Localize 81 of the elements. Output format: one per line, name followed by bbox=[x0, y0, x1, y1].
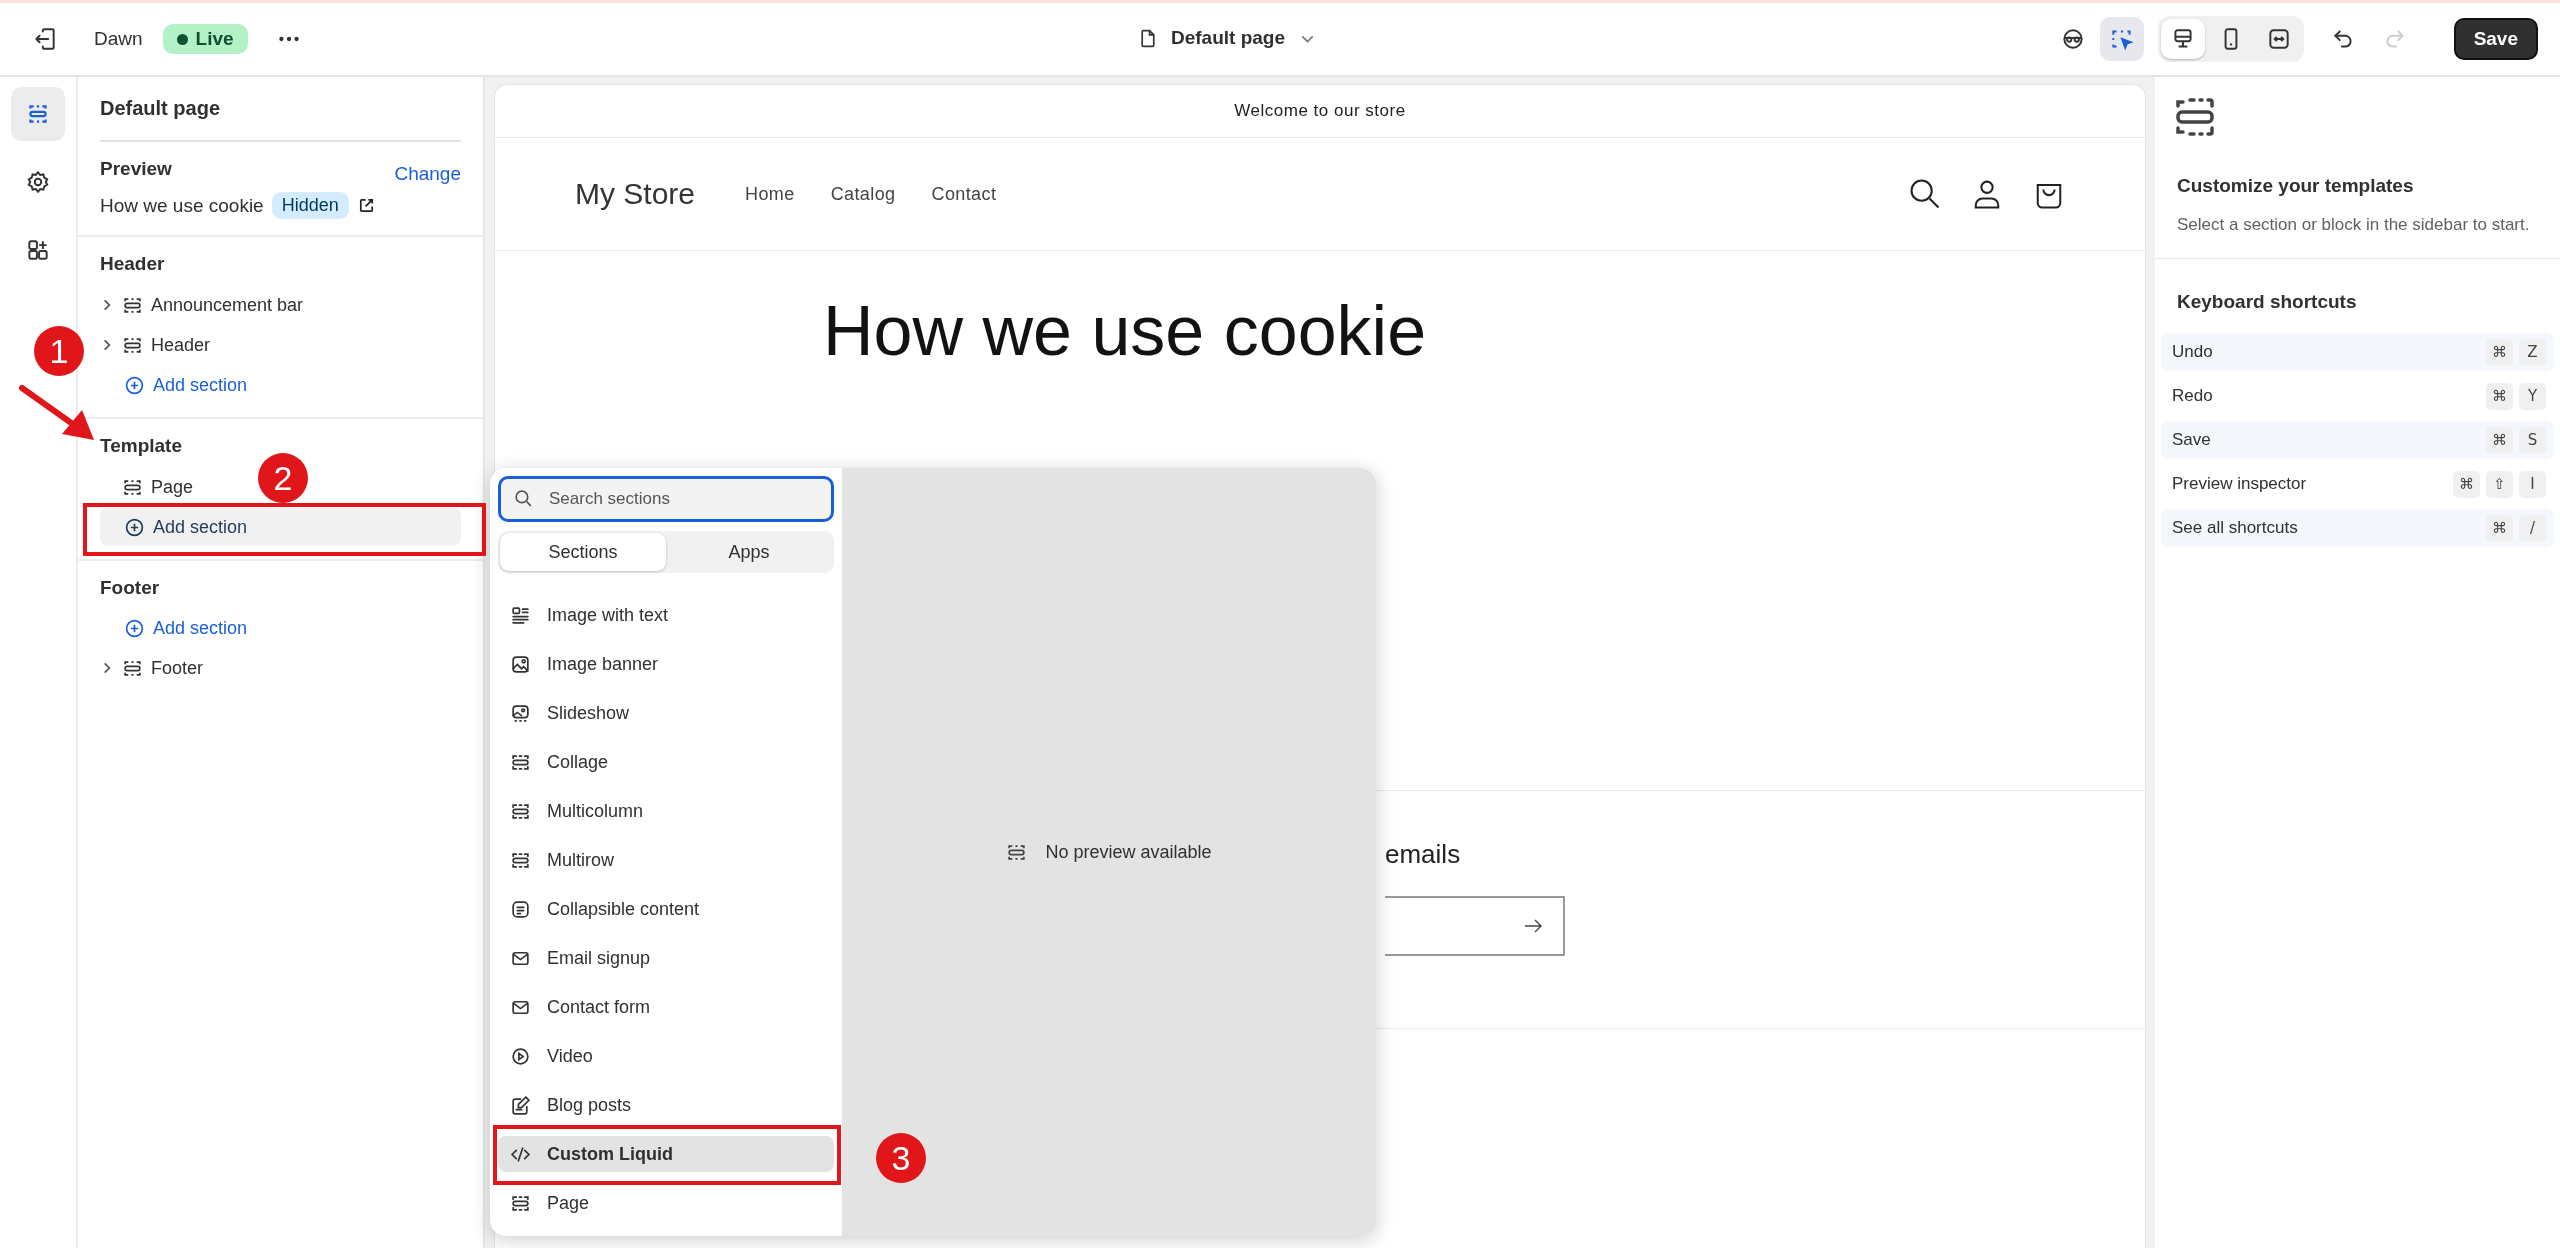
key-cap: ⇧ bbox=[2486, 470, 2513, 498]
page-title: How we use cookie bbox=[823, 291, 1428, 371]
section-option[interactable]: Multicolumn bbox=[498, 793, 834, 829]
key-cap: ⌘ bbox=[2486, 514, 2513, 542]
shortcuts-title: Keyboard shortcuts bbox=[2177, 291, 2358, 313]
save-button[interactable]: Save bbox=[2453, 18, 2538, 60]
inspector-button[interactable] bbox=[2099, 17, 2144, 61]
search-field[interactable]: Search sections bbox=[498, 476, 834, 522]
slideshow-icon bbox=[510, 702, 531, 724]
key-cap: I bbox=[2519, 470, 2546, 498]
search-icon bbox=[513, 488, 534, 509]
tree-item[interactable]: Page bbox=[151, 476, 194, 498]
nav-link[interactable]: Home bbox=[745, 183, 795, 205]
change-link[interactable]: Change bbox=[394, 163, 461, 185]
no-preview-text: No preview available bbox=[1045, 841, 1212, 863]
email-field[interactable] bbox=[1385, 896, 1565, 956]
status-badge: Hidden bbox=[271, 192, 349, 219]
tree-item[interactable]: Footer bbox=[151, 657, 204, 679]
panel-title: Default page bbox=[100, 97, 461, 142]
group-title: Template bbox=[100, 435, 183, 457]
preview-page-name: How we use cookie bbox=[100, 194, 264, 217]
section-option[interactable]: Video bbox=[498, 1038, 834, 1074]
nav-link[interactable]: Catalog bbox=[830, 183, 896, 205]
section-icon bbox=[2175, 97, 2215, 137]
key-cap: ⌘ bbox=[2486, 382, 2513, 410]
plus-circle-icon[interactable] bbox=[124, 374, 145, 396]
page-selector[interactable]: Default page bbox=[1171, 27, 1286, 49]
image-text-icon bbox=[510, 604, 531, 626]
key-cap: Z bbox=[2519, 338, 2546, 366]
add-section-button[interactable]: Add section bbox=[100, 609, 461, 647]
inspector-description: Select a section or block in the sidebar to start. bbox=[2177, 214, 2531, 236]
section-option[interactable]: Blog posts bbox=[498, 1087, 834, 1123]
group-title: Footer bbox=[100, 577, 161, 599]
group-title: Header bbox=[100, 253, 166, 275]
tree-item[interactable]: Announcement bar bbox=[151, 294, 304, 316]
shortcut-label: See all shortcuts bbox=[2172, 518, 2298, 538]
picker-tab[interactable]: Apps bbox=[666, 533, 832, 571]
theme-name: Dawn bbox=[94, 28, 143, 50]
section-option[interactable]: Page bbox=[498, 1185, 834, 1221]
add-section-button[interactable]: Add section bbox=[100, 366, 461, 404]
inspector-title: Customize your templates bbox=[2177, 175, 2415, 197]
image-icon bbox=[510, 653, 531, 675]
tree-item[interactable]: Header bbox=[151, 334, 211, 356]
settings-icon[interactable] bbox=[25, 169, 51, 195]
shortcut-label: Preview inspector bbox=[2172, 474, 2307, 494]
store-logo[interactable]: My Store bbox=[575, 177, 696, 211]
key-cap: ⌘ bbox=[2486, 426, 2513, 454]
section-option[interactable]: Collage bbox=[498, 744, 834, 780]
view-mode-button[interactable] bbox=[2160, 19, 2205, 59]
key-cap: S bbox=[2519, 426, 2546, 454]
document-icon bbox=[510, 898, 531, 920]
section-option[interactable]: Custom Liquid bbox=[498, 1136, 834, 1172]
section-option[interactable]: Image banner bbox=[498, 646, 834, 682]
step-number: 2 bbox=[258, 453, 308, 503]
section-option[interactable]: Image with text bbox=[498, 597, 834, 633]
shortcut-label: Undo bbox=[2172, 342, 2213, 362]
section-option[interactable]: Email signup bbox=[498, 940, 834, 976]
plus-circle-icon[interactable] bbox=[124, 516, 145, 538]
step-number: 1 bbox=[34, 326, 84, 376]
key-cap: ⌘ bbox=[2453, 470, 2480, 498]
shortcut-label: Redo bbox=[2172, 386, 2213, 406]
rail-button[interactable] bbox=[11, 87, 65, 141]
key-cap: Y bbox=[2519, 382, 2546, 410]
key-cap: ⌘ bbox=[2486, 338, 2513, 366]
picker-tab[interactable]: Sections bbox=[500, 533, 666, 571]
section-option[interactable]: Slideshow bbox=[498, 695, 834, 731]
section-option[interactable]: Multirow bbox=[498, 842, 834, 878]
add-section-button[interactable]: Add section bbox=[100, 508, 461, 546]
section-option[interactable]: Contact form bbox=[498, 989, 834, 1025]
plus-circle-icon[interactable] bbox=[124, 617, 145, 639]
key-cap: / bbox=[2519, 514, 2546, 542]
newsletter-heading: emails bbox=[1385, 839, 1462, 870]
edit-icon bbox=[510, 1094, 531, 1116]
apps-icon[interactable] bbox=[25, 237, 51, 263]
shortcut-label: Save bbox=[2172, 430, 2211, 450]
announcement-text: Welcome to our store bbox=[495, 85, 2145, 138]
section-option[interactable]: Collapsible content bbox=[498, 891, 834, 927]
play-icon bbox=[510, 1045, 531, 1067]
status-badge: Live bbox=[162, 24, 248, 54]
preview-label: Preview bbox=[100, 158, 172, 180]
nav-link[interactable]: Contact bbox=[931, 183, 997, 205]
